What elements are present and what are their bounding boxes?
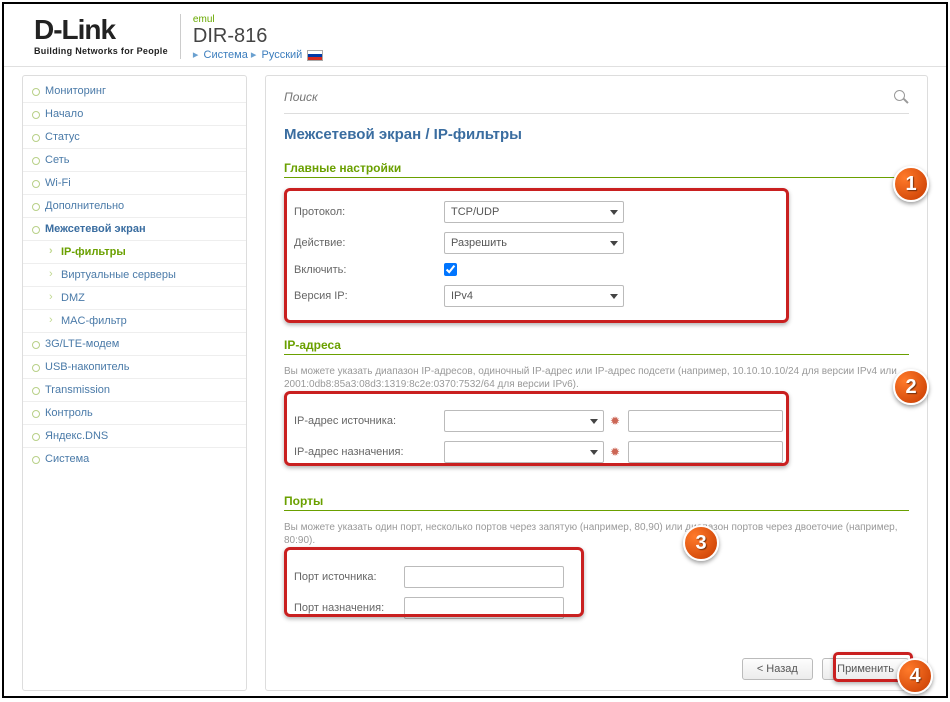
sidebar-sub-ip-filters[interactable]: IP-фильтры	[23, 241, 246, 264]
search-icon[interactable]	[893, 89, 909, 105]
main-panel: Межсетевой экран / IP-фильтры Главные на…	[265, 75, 928, 691]
action-select[interactable]: Разрешить	[444, 232, 624, 254]
ipver-select[interactable]: IPv4	[444, 285, 624, 307]
sidebar-item-start[interactable]: Начало	[23, 103, 246, 126]
section-title-ips: IP-адреса	[284, 338, 909, 355]
search-input[interactable]	[284, 90, 893, 104]
ip-src-range-input[interactable]	[628, 410, 783, 432]
back-button[interactable]: < Назад	[742, 658, 813, 680]
sidebar-item-yandex-dns[interactable]: Яндекс.DNS	[23, 425, 246, 448]
chevron-right-icon: ▸	[193, 49, 199, 61]
sidebar: Мониторинг Начало Статус Сеть Wi-Fi Допо…	[22, 75, 247, 691]
header-divider	[180, 14, 181, 59]
sidebar-sub-dmz[interactable]: DMZ	[23, 287, 246, 310]
flag-ru-icon	[307, 50, 323, 61]
port-dst-label: Порт назначения:	[294, 602, 404, 614]
sidebar-item-status[interactable]: Статус	[23, 126, 246, 149]
action-label: Действие:	[294, 237, 444, 249]
crumb-system[interactable]: Система	[204, 49, 248, 61]
breadcrumb: ▸ Система ▸ Русский	[193, 48, 323, 61]
section-title-main: Главные настройки	[284, 161, 909, 178]
port-src-label: Порт источника:	[294, 571, 404, 583]
section-ip-addresses: IP-адреса Вы можете указать диапазон IP-…	[284, 338, 909, 476]
port-dst-input[interactable]	[404, 597, 564, 619]
sidebar-item-wifi[interactable]: Wi-Fi	[23, 172, 246, 195]
ip-src-clear-icon[interactable]: ✹	[610, 414, 620, 428]
annotation-bubble-4: 4	[897, 658, 933, 694]
ports-help-text: Вы можете указать один порт, несколько п…	[284, 521, 909, 547]
model-label: DIR-816	[193, 25, 323, 48]
section-main-settings: Главные настройки 1 Протокол: TCP/UDP Де…	[284, 161, 909, 320]
sidebar-sub-mac[interactable]: MAC-фильтр	[23, 310, 246, 333]
brand-tagline: Building Networks for People	[34, 46, 168, 56]
chevron-down-icon	[610, 210, 618, 215]
sidebar-item-lte[interactable]: 3G/LTE-модем	[23, 333, 246, 356]
port-src-input[interactable]	[404, 566, 564, 588]
ip-dst-select[interactable]	[444, 441, 604, 463]
section-title-ports: Порты	[284, 494, 909, 511]
emul-label: emul	[193, 14, 323, 25]
annotation-bubble-1: 1	[893, 166, 929, 202]
button-row: < Назад Применить	[284, 650, 909, 680]
chevron-down-icon	[610, 294, 618, 299]
annotation-bubble-3: 3	[683, 525, 719, 561]
apply-button[interactable]: Применить	[822, 658, 909, 680]
chevron-down-icon	[590, 450, 598, 455]
ip-dst-label: IP-адрес назначения:	[294, 446, 444, 458]
header: D-Link Building Networks for People emul…	[4, 4, 946, 67]
page-title: Межсетевой экран / IP-фильтры	[284, 126, 909, 143]
sidebar-item-extra[interactable]: Дополнительно	[23, 195, 246, 218]
sidebar-item-control[interactable]: Контроль	[23, 402, 246, 425]
chevron-down-icon	[610, 241, 618, 246]
ipver-label: Версия IP:	[294, 290, 444, 302]
sidebar-sub-virtual[interactable]: Виртуальные серверы	[23, 264, 246, 287]
sidebar-item-firewall[interactable]: Межсетевой экран	[23, 218, 246, 241]
device-info: emul DIR-816 ▸ Система ▸ Русский	[193, 14, 323, 61]
ip-dst-clear-icon[interactable]: ✹	[610, 445, 620, 459]
protocol-label: Протокол:	[294, 206, 444, 218]
sidebar-item-usb[interactable]: USB-накопитель	[23, 356, 246, 379]
sidebar-item-transmission[interactable]: Transmission	[23, 379, 246, 402]
annotation-bubble-2: 2	[893, 369, 929, 405]
chevron-down-icon	[590, 419, 598, 424]
ip-src-label: IP-адрес источника:	[294, 415, 444, 427]
ip-src-select[interactable]	[444, 410, 604, 432]
section-ports: Порты Вы можете указать один порт, неско…	[284, 494, 909, 632]
sidebar-item-net[interactable]: Сеть	[23, 149, 246, 172]
enable-label: Включить:	[294, 264, 444, 276]
sidebar-item-system[interactable]: Система	[23, 448, 246, 470]
chevron-right-icon: ▸	[251, 49, 257, 61]
crumb-language[interactable]: Русский	[261, 49, 302, 61]
brand-text: D-Link	[34, 14, 168, 46]
sidebar-item-monitoring[interactable]: Мониторинг	[23, 80, 246, 103]
ips-help-text: Вы можете указать диапазон IP-адресов, о…	[284, 365, 909, 391]
protocol-select[interactable]: TCP/UDP	[444, 201, 624, 223]
enable-checkbox[interactable]	[444, 263, 457, 276]
logo: D-Link Building Networks for People	[34, 14, 168, 56]
ip-dst-range-input[interactable]	[628, 441, 783, 463]
searchbar	[284, 86, 909, 114]
